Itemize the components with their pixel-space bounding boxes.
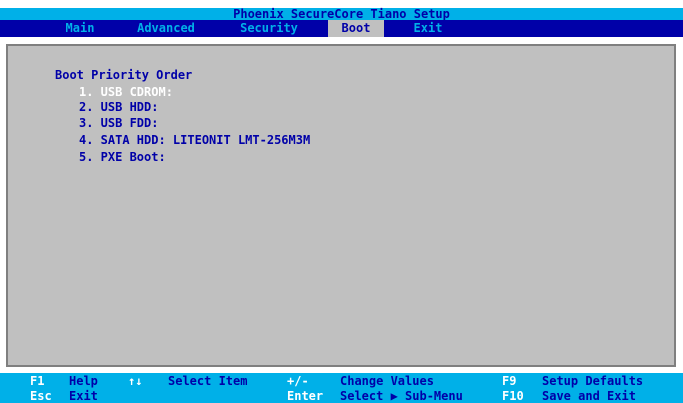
tab-advanced[interactable]: Advanced: [128, 20, 204, 37]
help-key-enter: Enter: [287, 389, 324, 403]
menu-bar: Main Advanced Security Boot Exit: [0, 20, 683, 37]
help-key-f1: F1: [30, 374, 45, 388]
boot-item-usb-hdd[interactable]: 2. USB HDD:: [79, 100, 158, 114]
help-bar: F1 Help ↑↓ Select Item +/- Change Values…: [0, 373, 683, 403]
help-desc-setup-defaults: Setup Defaults: [542, 374, 644, 388]
help-key-esc: Esc: [30, 389, 52, 403]
tab-main[interactable]: Main: [52, 20, 108, 37]
window-title: Phoenix SecureCore Tiano Setup: [0, 8, 683, 20]
boot-item-sata-hdd[interactable]: 4. SATA HDD: LITEONIT LMT-256M3M: [79, 133, 310, 147]
tab-security[interactable]: Security: [230, 20, 308, 37]
help-key-arrows: ↑↓: [128, 374, 143, 388]
help-desc-help: Help: [69, 374, 98, 388]
boot-item-usb-fdd[interactable]: 3. USB FDD:: [79, 116, 158, 130]
help-key-f10: F10: [502, 389, 524, 403]
help-desc-select-submenu: Select ▶ Sub-Menu: [340, 389, 463, 403]
tab-boot[interactable]: Boot: [328, 20, 384, 37]
help-key-plus-minus: +/-: [287, 374, 309, 388]
help-desc-exit: Exit: [69, 389, 98, 403]
help-key-f9: F9: [502, 374, 517, 388]
tab-exit[interactable]: Exit: [398, 20, 458, 37]
boot-item-pxe-boot[interactable]: 5. PXE Boot:: [79, 150, 166, 164]
help-desc-change-values: Change Values: [340, 374, 434, 388]
help-desc-select-item: Select Item: [168, 374, 248, 388]
help-desc-save-and-exit: Save and Exit: [542, 389, 636, 403]
section-title: Boot Priority Order: [55, 68, 193, 82]
boot-item-usb-cdrom[interactable]: 1. USB CDROM:: [79, 85, 173, 99]
